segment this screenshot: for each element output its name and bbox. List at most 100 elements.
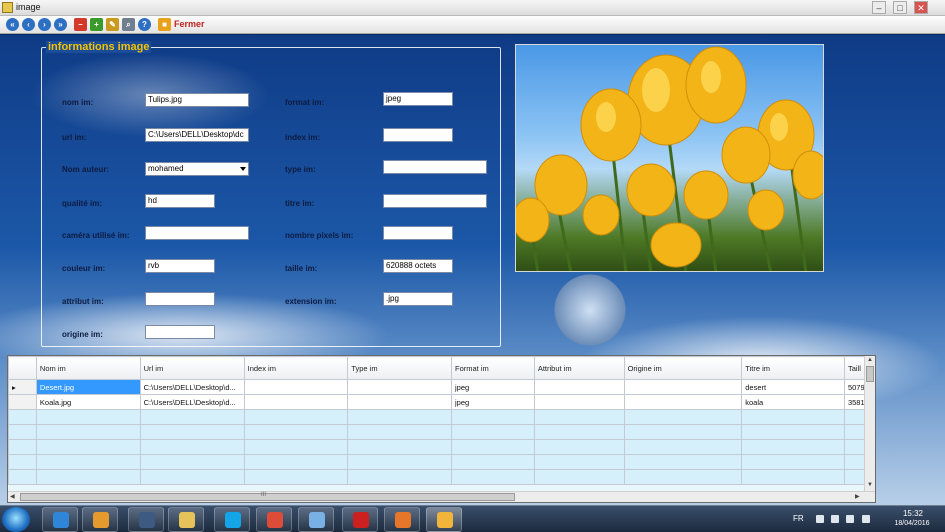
type-field[interactable] [383, 160, 487, 174]
column-header[interactable]: Origine im [623, 356, 743, 380]
visual-studio-app-icon [437, 512, 453, 528]
scroll-right-icon[interactable]: ▶ [855, 493, 860, 500]
fermer-button[interactable]: Fermer [174, 19, 205, 29]
maximize-button[interactable]: □ [893, 1, 907, 14]
taskbar-app[interactable] [384, 507, 420, 532]
language-indicator[interactable]: FR [793, 514, 804, 523]
grid-header-row: Nom im Url im Index im Type im Format im… [8, 356, 875, 380]
column-header[interactable]: Url im [139, 356, 245, 380]
help-icon[interactable]: ? [138, 18, 151, 31]
taskbar-app[interactable] [128, 507, 164, 532]
table-cell[interactable]: C:\Users\DELL\Desktop\d... [139, 379, 245, 395]
table-row[interactable]: Koala.jpg C:\Users\DELL\Desktop\d... jpe… [8, 394, 875, 410]
taskbar-app[interactable] [168, 507, 204, 532]
pixels-field[interactable] [383, 226, 453, 240]
vertical-scroll-thumb[interactable] [866, 366, 874, 382]
couleur-label: couleur im: [62, 264, 106, 273]
table-cell[interactable] [243, 379, 349, 395]
delete-icon[interactable]: – [74, 18, 87, 31]
extension-field[interactable]: .jpg [383, 292, 453, 306]
column-header[interactable]: Type im [347, 356, 452, 380]
nom-label: nom im: [62, 98, 94, 107]
attribut-field[interactable] [145, 292, 215, 306]
table-cell[interactable]: desert [741, 379, 845, 395]
file-explorer-icon [179, 512, 195, 528]
column-header[interactable]: Titre im [741, 356, 845, 380]
vertical-scrollbar[interactable]: ▲ ▼ [864, 356, 875, 492]
column-header[interactable]: Format im [451, 356, 535, 380]
format-field[interactable]: jpeg [383, 92, 453, 106]
start-button[interactable] [2, 507, 30, 532]
column-header[interactable]: Nom im [35, 356, 141, 380]
table-cell[interactable] [533, 394, 625, 410]
skype-icon [225, 512, 241, 528]
close-window-button[interactable]: ✕ [914, 1, 928, 14]
table-cell[interactable]: jpeg [451, 379, 535, 395]
url-field[interactable]: C:\Users\DELL\Desktop\dc [145, 128, 249, 142]
taskbar-app[interactable] [42, 507, 78, 532]
taskbar-app[interactable] [298, 507, 334, 532]
tray-network-icon[interactable] [846, 515, 854, 523]
index-field[interactable] [383, 128, 453, 142]
first-record-icon[interactable]: « [6, 18, 19, 31]
taskbar-app[interactable] [214, 507, 250, 532]
empty-row [8, 454, 875, 470]
clock-time[interactable]: 15:32 [895, 509, 931, 518]
toolbar: « ‹ › » – + ✎ ⌕ ? ■ Fermer [0, 16, 945, 34]
taskbar-app[interactable] [82, 507, 118, 532]
table-row[interactable]: ▸ Desert.jpg C:\Users\DELL\Desktop\d... … [8, 379, 875, 395]
opera-icon [353, 512, 369, 528]
titre-field[interactable] [383, 194, 487, 208]
search-icon[interactable]: ⌕ [122, 18, 135, 31]
edit-pencil-icon[interactable]: ✎ [106, 18, 119, 31]
chevron-down-icon[interactable] [240, 167, 246, 171]
scroll-left-icon[interactable]: ◀ [10, 493, 15, 500]
table-cell[interactable] [623, 379, 743, 395]
taskbar-app[interactable] [342, 507, 378, 532]
column-header[interactable]: Index im [243, 356, 349, 380]
media-center-icon [395, 512, 411, 528]
add-icon[interactable]: + [90, 18, 103, 31]
auteur-value: mohamed [148, 164, 184, 173]
horizontal-scrollbar[interactable]: ◀ III ▶ [8, 491, 875, 502]
table-cell[interactable] [533, 379, 625, 395]
table-cell[interactable]: C:\Users\DELL\Desktop\d... [139, 394, 245, 410]
scroll-down-icon[interactable]: ▼ [867, 482, 873, 488]
table-cell[interactable] [347, 379, 452, 395]
tray-action-center-icon[interactable] [831, 515, 839, 523]
couleur-field[interactable]: rvb [145, 259, 215, 273]
last-record-icon[interactable]: » [54, 18, 67, 31]
group-title: informations image [46, 41, 152, 53]
clock-date[interactable]: 18/04/2016 [889, 520, 935, 527]
auteur-combobox[interactable]: mohamed [145, 162, 249, 176]
taille-field[interactable]: 620888 octets [383, 259, 453, 273]
close-app-icon[interactable]: ■ [158, 18, 171, 31]
horizontal-scroll-thumb[interactable]: III [20, 492, 515, 501]
taskbar-app-active[interactable] [426, 507, 462, 532]
tray-volume-icon[interactable] [862, 515, 870, 523]
tray-up-arrow-icon[interactable] [816, 515, 824, 523]
camera-field[interactable] [145, 226, 249, 240]
table-cell[interactable]: koala [741, 394, 845, 410]
table-cell[interactable] [243, 394, 349, 410]
table-cell[interactable] [623, 394, 743, 410]
images-datagrid[interactable]: Nom im Url im Index im Type im Format im… [7, 355, 876, 503]
grid-corner [8, 356, 37, 380]
column-header[interactable]: Attribut im [533, 356, 625, 380]
previous-record-icon[interactable]: ‹ [22, 18, 35, 31]
scroll-up-icon[interactable]: ▲ [867, 357, 873, 363]
table-cell[interactable] [347, 394, 452, 410]
taskbar-app[interactable] [256, 507, 292, 532]
current-row-marker[interactable]: ▸ [8, 379, 37, 395]
row-header[interactable] [8, 394, 37, 410]
table-cell[interactable]: Koala.jpg [35, 394, 141, 410]
table-cell[interactable]: Desert.jpg [35, 379, 141, 395]
minimize-button[interactable]: – [872, 1, 886, 14]
empty-row [8, 409, 875, 425]
origine-field[interactable] [145, 325, 215, 339]
nom-field[interactable]: Tulips.jpg [145, 93, 249, 107]
next-record-icon[interactable]: › [38, 18, 51, 31]
taskbar: FR 15:32 18/04/2016 [0, 505, 945, 532]
table-cell[interactable]: jpeg [451, 394, 535, 410]
qualite-field[interactable]: hd [145, 194, 215, 208]
